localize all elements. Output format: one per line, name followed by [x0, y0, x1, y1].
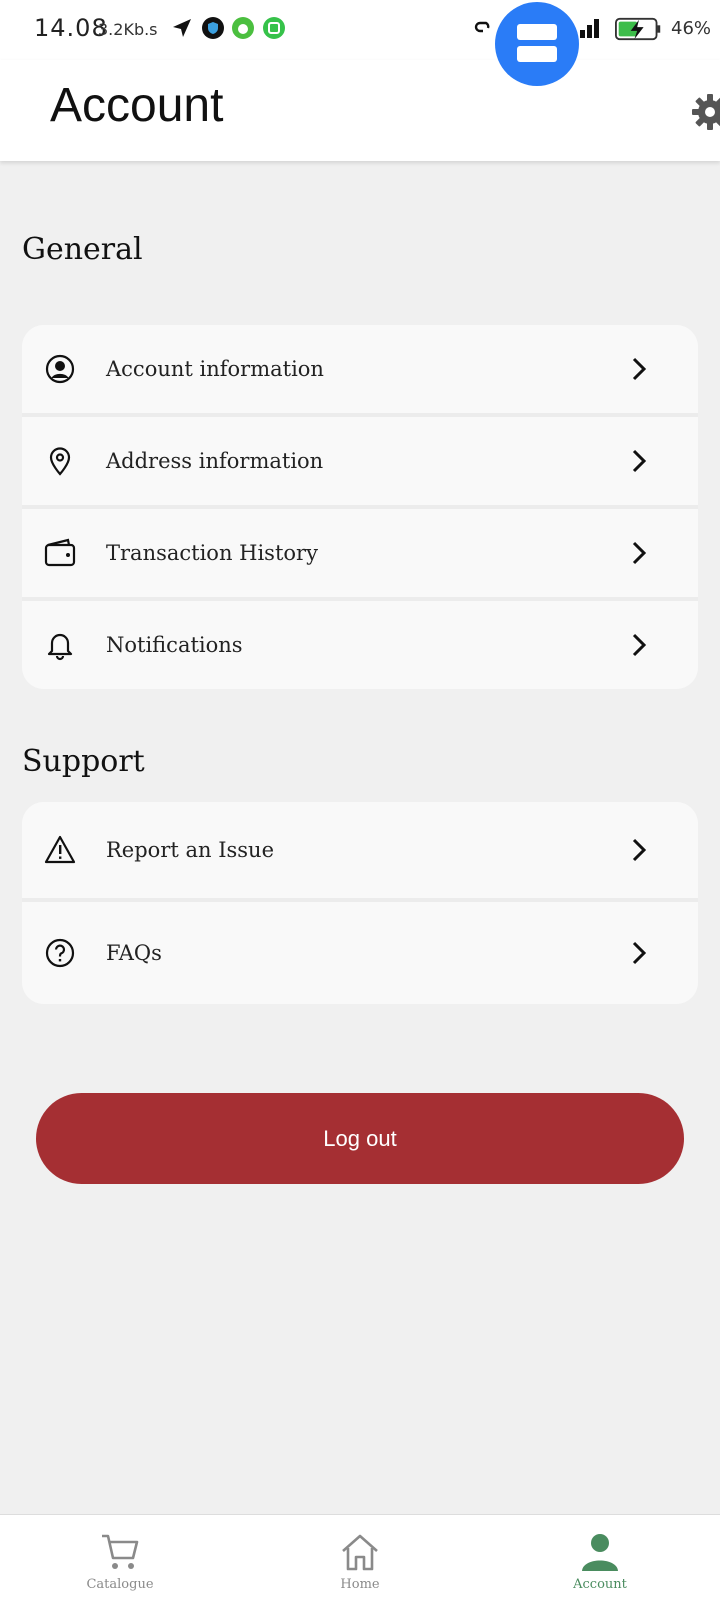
- location-pin-icon: [49, 447, 71, 476]
- warning-icon: [44, 835, 76, 864]
- general-section-title: General: [22, 232, 143, 267]
- chevron-right-icon: [632, 357, 647, 381]
- nav-catalogue[interactable]: Catalogue: [0, 1515, 240, 1601]
- app-bar: Account: [0, 60, 720, 161]
- shield-app-icon: [202, 17, 224, 39]
- question-circle-icon: [45, 938, 75, 968]
- nav-home[interactable]: Home: [240, 1515, 480, 1601]
- message-app-icon: [263, 17, 285, 39]
- cart-icon: [102, 1534, 139, 1569]
- faqs-row[interactable]: FAQs: [22, 902, 698, 1004]
- faqs-label: FAQs: [106, 941, 162, 965]
- address-information-row[interactable]: Address information: [22, 417, 698, 509]
- chevron-right-icon: [632, 541, 647, 565]
- floating-menu-button[interactable]: [495, 2, 579, 86]
- wallet-icon: [44, 538, 76, 567]
- address-information-label: Address information: [106, 449, 324, 473]
- page-title: Account: [50, 79, 224, 132]
- menu-bar-top: [517, 24, 557, 40]
- battery-percent: 46%: [671, 18, 712, 39]
- signal-icon: [580, 19, 599, 38]
- chevron-right-icon: [632, 633, 647, 657]
- gear-icon[interactable]: [690, 92, 720, 132]
- home-icon: [342, 1534, 378, 1571]
- nav-account[interactable]: Account: [480, 1515, 720, 1601]
- bell-icon: [47, 633, 73, 661]
- link-icon: [474, 21, 490, 33]
- report-issue-label: Report an Issue: [106, 838, 274, 862]
- nav-catalogue-label: Catalogue: [86, 1577, 154, 1592]
- support-section-title: Support: [22, 744, 145, 779]
- report-issue-row[interactable]: Report an Issue: [22, 802, 698, 902]
- chevron-right-icon: [632, 449, 647, 473]
- network-speed: 3.2Kb.s: [98, 20, 158, 39]
- person-icon: [582, 1534, 618, 1571]
- transaction-history-label: Transaction History: [106, 541, 318, 565]
- battery-charging-icon: [615, 17, 661, 41]
- support-card: Report an Issue FAQs: [22, 802, 698, 1004]
- nav-home-label: Home: [340, 1577, 380, 1592]
- status-time: 14.08: [34, 14, 108, 42]
- menu-bar-bottom: [517, 46, 557, 62]
- location-arrow-icon: [173, 19, 191, 37]
- cat-app-icon: [232, 17, 254, 39]
- chevron-right-icon: [632, 941, 647, 965]
- general-card: Account information Address information …: [22, 325, 698, 689]
- logout-button[interactable]: Log out: [36, 1093, 684, 1184]
- status-bar: 14.08 3.2Kb.s 46%: [0, 0, 720, 60]
- transaction-history-row[interactable]: Transaction History: [22, 509, 698, 601]
- chevron-right-icon: [632, 838, 647, 862]
- user-circle-icon: [45, 354, 75, 384]
- notifications-row[interactable]: Notifications: [22, 601, 698, 689]
- account-information-row[interactable]: Account information: [22, 325, 698, 417]
- nav-account-label: Account: [573, 1577, 627, 1592]
- account-information-label: Account information: [106, 357, 324, 381]
- bottom-navigation: Catalogue Home Account: [0, 1514, 720, 1601]
- notifications-label: Notifications: [106, 633, 243, 657]
